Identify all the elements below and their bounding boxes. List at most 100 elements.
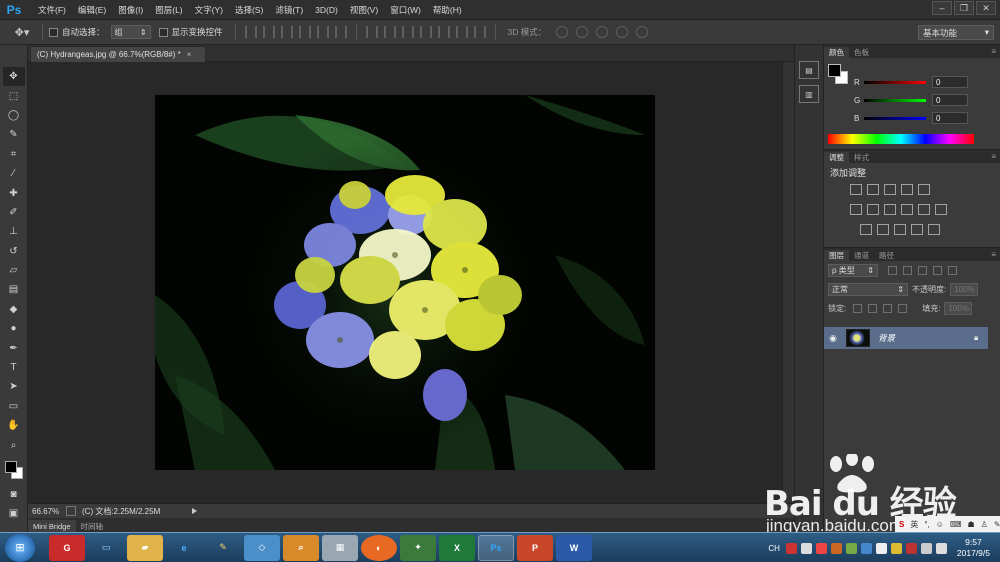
type-tool-icon[interactable]: T: [3, 358, 25, 377]
layer-row-background[interactable]: ◉ 背景 🔒︎: [824, 327, 988, 349]
filter-shape-icon[interactable]: [933, 266, 942, 275]
green-slider-track[interactable]: [864, 98, 926, 102]
start-button[interactable]: ⊞: [5, 533, 35, 562]
ime-smile-icon[interactable]: ☺: [936, 520, 944, 529]
posterize-icon[interactable]: [877, 224, 889, 235]
quick-select-tool-icon[interactable]: ✎: [3, 125, 25, 144]
pen-tool-icon[interactable]: ✒: [3, 338, 25, 357]
menu-window[interactable]: 窗口(W): [384, 0, 427, 20]
distribute-bottom-icon[interactable]: [401, 26, 414, 38]
taskbar-app-puzzle-icon[interactable]: ✦: [400, 534, 436, 561]
canvas-vertical-scrollbar[interactable]: [782, 62, 794, 503]
menu-help[interactable]: 帮助(H): [427, 0, 468, 20]
eyedropper-tool-icon[interactable]: ⁄: [3, 164, 25, 183]
distribute-vcenter-icon[interactable]: [383, 26, 396, 38]
language-indicator[interactable]: CH: [768, 544, 780, 553]
taskbar-app-firefox-icon[interactable]: ◐: [361, 534, 397, 561]
panel-menu-icon[interactable]: ≡: [991, 47, 996, 56]
canvas-area[interactable]: [28, 62, 782, 503]
tab-paths[interactable]: 路径: [874, 250, 899, 261]
move-tool-preset-icon[interactable]: ✥▾: [8, 22, 36, 42]
tray-icon-2[interactable]: [800, 542, 812, 554]
slider-red[interactable]: R 0: [854, 75, 994, 89]
foreground-color-swatch[interactable]: [4, 460, 17, 473]
tab-styles[interactable]: 样式: [849, 152, 874, 163]
lock-pixels-icon[interactable]: [868, 304, 878, 313]
color-swatches[interactable]: [3, 459, 25, 485]
curves-icon[interactable]: [884, 184, 896, 195]
hand-tool-icon[interactable]: ✋: [3, 416, 25, 435]
taskbar-app-word-icon[interactable]: W: [556, 534, 592, 561]
fill-field[interactable]: 100%: [944, 302, 973, 315]
vibrance-icon[interactable]: [918, 184, 930, 195]
ime-keyboard-icon[interactable]: ⌨: [950, 520, 962, 529]
eraser-tool-icon[interactable]: ▱: [3, 261, 25, 280]
distribute-hcenter-icon[interactable]: [437, 26, 450, 38]
visibility-eye-icon[interactable]: ◉: [824, 333, 842, 344]
tray-icon-4[interactable]: [830, 542, 842, 554]
ime-user-icon[interactable]: ☗: [967, 520, 974, 529]
drag-3d-icon[interactable]: [596, 26, 609, 38]
show-transform-checkbox[interactable]: [158, 27, 168, 37]
tray-network-icon[interactable]: [920, 542, 932, 554]
taskbar-app-ps-icon[interactable]: Ps: [478, 534, 514, 561]
panel-menu-icon[interactable]: ≡: [991, 250, 996, 259]
close-icon[interactable]: ✕: [976, 1, 996, 15]
taskbar-app-paint-icon[interactable]: ✎: [205, 535, 241, 561]
taskbar-app-search-icon[interactable]: ⌕: [283, 534, 319, 561]
move-tool-icon[interactable]: ✥: [2, 67, 25, 87]
menu-layer[interactable]: 图层(L): [149, 0, 188, 20]
hue-saturation-icon[interactable]: [850, 204, 862, 215]
menu-view[interactable]: 视图(V): [344, 0, 384, 20]
slider-green[interactable]: G 0: [854, 93, 994, 107]
align-right-icon[interactable]: [334, 26, 347, 38]
layer-filter-kind-dropdown[interactable]: ρ 类型 ⇕: [828, 264, 878, 277]
blue-slider-track[interactable]: [864, 116, 926, 120]
selective-color-icon[interactable]: [911, 224, 923, 235]
tab-adjustments[interactable]: 调整: [824, 152, 849, 163]
photo-filter-icon[interactable]: [901, 204, 913, 215]
exposure-icon[interactable]: [901, 184, 913, 195]
menu-file[interactable]: 文件(F): [32, 0, 72, 20]
tab-color[interactable]: 颜色: [824, 47, 849, 58]
opacity-field[interactable]: 100%: [950, 283, 979, 296]
brush-tool-icon[interactable]: ✐: [3, 203, 25, 222]
quick-mask-icon[interactable]: ◙: [3, 485, 25, 504]
filter-pixel-icon[interactable]: [888, 266, 897, 275]
clone-stamp-tool-icon[interactable]: ⊥: [3, 222, 25, 241]
lock-transparent-icon[interactable]: [853, 304, 863, 313]
layer-name[interactable]: 背景: [878, 332, 974, 344]
taskbar-app-excel-icon[interactable]: X: [439, 534, 475, 561]
color-panel-foreground[interactable]: [828, 64, 841, 77]
dodge-tool-icon[interactable]: ●: [3, 319, 25, 338]
ime-wrench-icon[interactable]: ✎: [994, 520, 1000, 529]
green-value-field[interactable]: 0: [932, 94, 968, 106]
ime-punct-icon[interactable]: °,: [924, 520, 929, 529]
restore-icon[interactable]: ❐: [954, 1, 974, 15]
lock-all-icon[interactable]: [898, 304, 908, 313]
document-image[interactable]: [155, 95, 655, 470]
tray-icon-8[interactable]: [890, 542, 902, 554]
close-tab-icon[interactable]: ×: [187, 50, 192, 59]
tray-icon-7[interactable]: [875, 542, 887, 554]
auto-select-dropdown[interactable]: 组 ⇕: [110, 25, 151, 39]
taskbar-app-blue-icon[interactable]: ◇: [244, 534, 280, 561]
tray-volume-icon[interactable]: [935, 542, 947, 554]
taskbar-app-ie-icon[interactable]: e: [166, 535, 202, 561]
blue-value-field[interactable]: 0: [932, 112, 968, 124]
threshold-icon[interactable]: [894, 224, 906, 235]
lock-position-icon[interactable]: [883, 304, 893, 313]
auto-select-checkbox[interactable]: [49, 27, 58, 37]
black-white-icon[interactable]: [884, 204, 896, 215]
ime-shirt-icon[interactable]: ♙: [981, 520, 988, 529]
crop-tool-icon[interactable]: ⌗: [3, 145, 25, 164]
zoom-tool-icon[interactable]: ⌕: [3, 435, 25, 454]
slide-3d-icon[interactable]: [616, 26, 629, 38]
blend-mode-dropdown[interactable]: 正常 ⇕: [828, 283, 908, 296]
red-slider-track[interactable]: [864, 80, 926, 84]
taskbar-app-folder-icon[interactable]: ▰: [127, 534, 163, 561]
history-panel-icon[interactable]: ▤: [799, 61, 819, 79]
gradient-tool-icon[interactable]: ▤: [3, 280, 25, 299]
align-vcenter-icon[interactable]: [262, 26, 275, 38]
color-lookup-icon[interactable]: [935, 204, 947, 215]
